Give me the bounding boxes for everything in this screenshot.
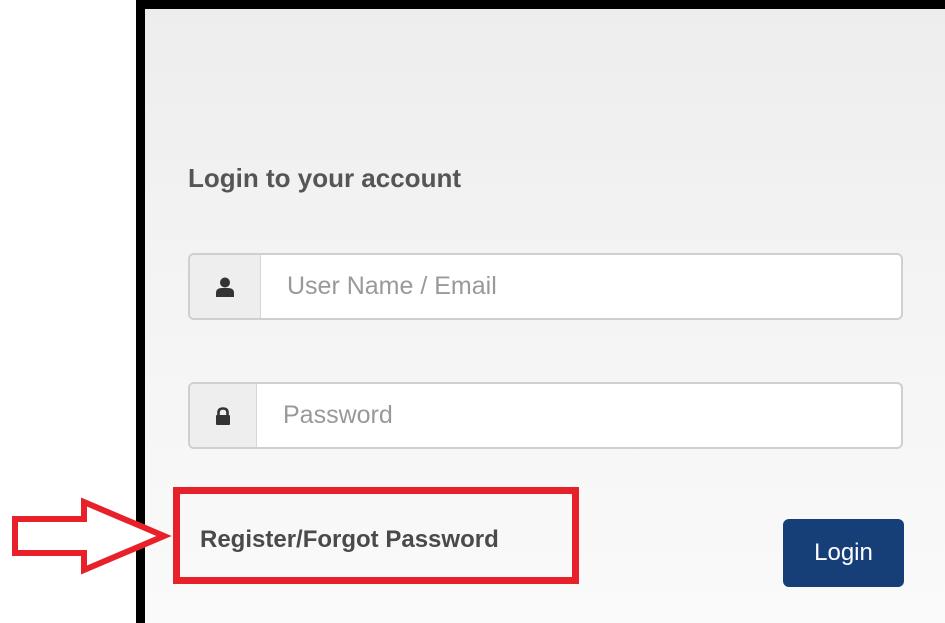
password-field[interactable] <box>257 384 901 447</box>
arrow-right-icon <box>12 497 172 575</box>
username-field[interactable] <box>261 255 901 318</box>
register-forgot-password-link[interactable]: Register/Forgot Password <box>200 526 499 554</box>
page-title: Login to your account <box>188 163 461 193</box>
login-button[interactable]: Login <box>783 519 904 587</box>
username-input-group <box>188 253 903 320</box>
password-input-group <box>188 382 903 449</box>
user-icon <box>190 255 261 318</box>
lock-icon <box>190 384 257 447</box>
